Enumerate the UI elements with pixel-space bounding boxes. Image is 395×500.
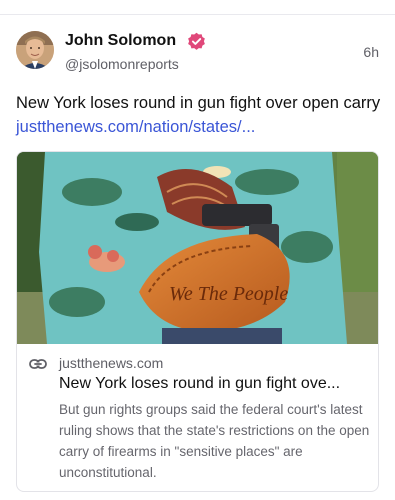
card-title[interactable]: New York loses round in gun fight ove... (59, 375, 371, 393)
verified-badge-icon (188, 32, 205, 50)
avatar[interactable] (16, 31, 54, 69)
author-name[interactable]: John Solomon (65, 32, 176, 50)
link-icon (29, 359, 47, 369)
post-timestamp[interactable]: 6h (363, 44, 379, 60)
post-text: New York loses round in gun fight over o… (16, 91, 381, 139)
card-body[interactable]: justthenews.com New York loses round in … (17, 344, 378, 491)
link-preview-card[interactable]: We The People justthenews.com New York l… (16, 151, 379, 492)
card-image[interactable]: We The People (17, 152, 378, 344)
post-link[interactable]: justthenews.com/nation/states/... (16, 118, 255, 136)
card-description: But gun rights groups said the federal c… (59, 402, 370, 480)
post-header: John Solomon @jsolomonreports 6h (16, 30, 379, 74)
author-handle[interactable]: @jsolomonreports (65, 56, 179, 72)
card-domain: justthenews.com (59, 355, 164, 371)
card-image-caption: We The People (169, 283, 288, 305)
top-divider (0, 14, 395, 15)
post-text-body: New York loses round in gun fight over o… (16, 94, 381, 112)
